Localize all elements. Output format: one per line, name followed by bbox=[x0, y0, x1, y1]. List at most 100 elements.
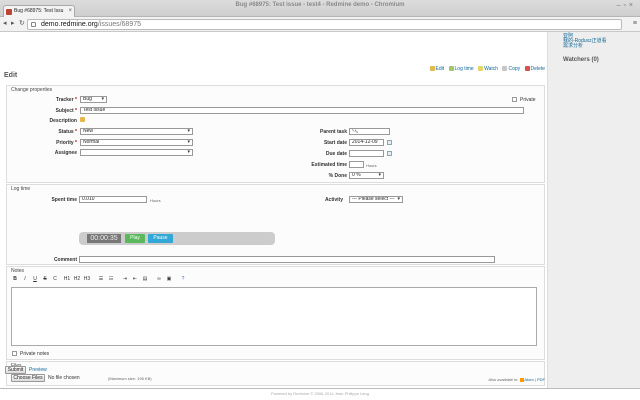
spent-hours-unit: Hours bbox=[150, 198, 161, 203]
tracker-label: Tracker * bbox=[55, 97, 77, 103]
also-available-label: Also available in: bbox=[488, 377, 519, 382]
pause-button[interactable]: Pause bbox=[148, 234, 173, 243]
description-label: Description bbox=[49, 118, 77, 124]
h3-button[interactable]: H3 bbox=[83, 275, 91, 283]
done-select[interactable]: 0 % bbox=[349, 172, 384, 179]
log-time-link[interactable]: Log time bbox=[455, 66, 474, 72]
status-select[interactable]: New bbox=[80, 128, 193, 135]
start-date-calendar-icon[interactable] bbox=[387, 140, 392, 145]
address-bar-row: ◂ ▸ ↻ demo.redmine.org/issues/68975 ≡ bbox=[0, 17, 640, 32]
browser-menu-icon[interactable]: ≡ bbox=[633, 20, 637, 27]
search-icon: 🔍︎ bbox=[352, 128, 359, 134]
private-notes-label: Private notes bbox=[20, 351, 50, 357]
change-properties-legend: Change properties bbox=[11, 87, 53, 93]
url-path: /issues/68975 bbox=[97, 21, 142, 28]
pencil-icon bbox=[429, 66, 435, 72]
choose-files-button[interactable]: Choose Files bbox=[11, 374, 45, 382]
url-field[interactable]: demo.redmine.org/issues/68975 bbox=[27, 19, 622, 30]
parent-task-input[interactable]: 🔍︎ bbox=[349, 128, 390, 135]
change-properties-fieldset: Change properties Tracker * Bug Private … bbox=[6, 85, 545, 183]
delete-icon bbox=[524, 66, 530, 72]
private-notes-checkbox[interactable] bbox=[12, 351, 17, 356]
strike-button[interactable]: S bbox=[41, 275, 49, 283]
done-label: % Done bbox=[328, 173, 347, 179]
h2-button[interactable]: H2 bbox=[73, 275, 81, 283]
assignee-label: Assignee bbox=[54, 150, 77, 156]
files-fieldset: Files Choose Files No file chosen (Maxim… bbox=[6, 361, 545, 386]
max-size-note: (Maximum size: 195 KB) bbox=[108, 376, 152, 381]
main-content: Edit Log time Watch Copy Delete Edit Cha… bbox=[0, 32, 547, 388]
submit-button[interactable]: Submit bbox=[5, 366, 26, 374]
start-date-label: Start date bbox=[323, 140, 347, 146]
atom-link[interactable]: Atom bbox=[524, 377, 533, 382]
copy-link[interactable]: Copy bbox=[508, 66, 520, 72]
delete-link[interactable]: Delete bbox=[531, 66, 545, 72]
edit-link[interactable]: Edit bbox=[436, 66, 445, 72]
activity-label: Activity bbox=[324, 197, 343, 203]
comment-label: Comment bbox=[53, 257, 77, 263]
tracker-select[interactable]: Bug bbox=[80, 96, 107, 103]
estimated-time-label: Estimated time bbox=[311, 162, 347, 168]
comment-input[interactable] bbox=[79, 256, 495, 263]
due-date-label: Due date bbox=[325, 151, 347, 157]
left-align-icon[interactable]: ⇤ bbox=[131, 275, 139, 283]
window-title: Bug #68975: Test issue - test4 - Redmine… bbox=[235, 2, 405, 8]
copy-icon bbox=[502, 66, 508, 72]
bold-button[interactable]: B bbox=[11, 275, 19, 283]
sidebar: 亚阿 我的-Roduxz正道看 需求分析 Watchers (0) bbox=[547, 32, 640, 388]
star-icon bbox=[478, 66, 484, 72]
start-date-input[interactable]: 2014-12-09 bbox=[349, 139, 384, 146]
pdf-link[interactable]: PDF bbox=[537, 377, 545, 382]
spent-time-label: Spent time bbox=[51, 197, 77, 203]
browser-titlebar: Bug #68975: Test Issu × Bug #68975: Test… bbox=[0, 0, 640, 17]
back-icon[interactable]: ◂ bbox=[3, 19, 7, 27]
clock-icon bbox=[448, 66, 454, 72]
code-button[interactable]: C bbox=[51, 275, 59, 283]
help-icon[interactable]: ? bbox=[179, 275, 187, 283]
edit-description-icon[interactable] bbox=[80, 117, 85, 122]
log-time-legend: Log time bbox=[11, 186, 31, 192]
footer: Powered by Redmine © 2006-2014 Jean-Phil… bbox=[0, 388, 640, 400]
link-icon[interactable]: ∞ bbox=[155, 275, 163, 283]
underline-button[interactable]: U bbox=[31, 275, 39, 283]
timer-widget: 00:00:35 Play Pause bbox=[79, 232, 275, 245]
notes-textarea[interactable] bbox=[11, 287, 537, 346]
right-align-icon[interactable]: ⇥ bbox=[121, 275, 129, 283]
feed-icon bbox=[519, 377, 524, 382]
play-button[interactable]: Play bbox=[125, 234, 145, 243]
private-checkbox[interactable] bbox=[512, 97, 517, 102]
priority-label: Priority * bbox=[56, 140, 77, 146]
sidebar-link-3[interactable]: 需求分析 bbox=[563, 44, 625, 49]
timer-display: 00:00:35 bbox=[87, 234, 121, 243]
watchers-heading: Watchers (0) bbox=[563, 57, 599, 63]
due-date-input[interactable] bbox=[349, 150, 384, 157]
page-icon bbox=[31, 22, 36, 27]
pre-icon[interactable]: ▤ bbox=[141, 275, 149, 283]
reload-icon[interactable]: ↻ bbox=[19, 19, 25, 27]
status-label: Status * bbox=[58, 129, 77, 135]
due-date-calendar-icon[interactable] bbox=[387, 151, 392, 156]
h1-button[interactable]: H1 bbox=[63, 275, 71, 283]
notes-legend: Notes bbox=[11, 268, 25, 274]
subject-input[interactable]: Test issue bbox=[80, 107, 524, 114]
watch-link[interactable]: Watch bbox=[484, 66, 498, 72]
italic-button[interactable]: I bbox=[21, 275, 29, 283]
priority-select[interactable]: Normal bbox=[80, 139, 193, 146]
issue-actions: Edit Log time Watch Copy Delete bbox=[427, 66, 545, 72]
export-links: Also available in: Atom | PDF bbox=[488, 377, 545, 382]
assignee-select[interactable] bbox=[80, 149, 193, 156]
numbered-list-icon[interactable]: ☷ bbox=[107, 275, 115, 283]
subject-label: Subject * bbox=[55, 108, 77, 114]
preview-link[interactable]: Preview bbox=[29, 367, 47, 373]
forward-icon[interactable]: ▸ bbox=[11, 19, 15, 27]
close-window-icon[interactable]: × bbox=[629, 2, 636, 9]
bullet-list-icon[interactable]: ☰ bbox=[97, 275, 105, 283]
window-controls[interactable]: –▫× bbox=[617, 2, 636, 9]
notes-fieldset: Notes B I U S C H1 H2 H3 ☰ ☷ ⇥ ⇤ ▤ ∞ ▣ ?… bbox=[6, 266, 545, 360]
spent-time-input[interactable]: 0.010 bbox=[79, 196, 147, 203]
activity-select[interactable]: --- Please select --- bbox=[349, 196, 403, 203]
log-time-fieldset: Log time Spent time 0.010 Hours Activity… bbox=[6, 184, 545, 265]
parent-task-label: Parent task bbox=[320, 129, 347, 135]
estimated-time-input[interactable] bbox=[349, 161, 364, 168]
image-icon[interactable]: ▣ bbox=[165, 275, 173, 283]
